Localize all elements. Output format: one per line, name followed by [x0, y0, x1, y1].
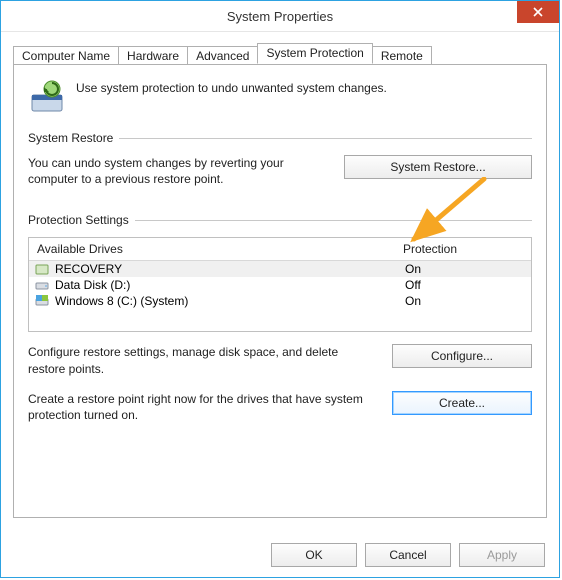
- drive-icon: [35, 294, 49, 308]
- intro-row: Use system protection to undo unwanted s…: [28, 77, 532, 115]
- drive-icon: [35, 262, 49, 276]
- apply-button[interactable]: Apply: [459, 543, 545, 567]
- window-title: System Properties: [227, 9, 333, 24]
- tab-system-protection[interactable]: System Protection: [257, 43, 372, 64]
- drive-name: Windows 8 (C:) (System): [55, 294, 188, 308]
- ok-button[interactable]: OK: [271, 543, 357, 567]
- drive-status: On: [405, 294, 525, 308]
- create-text: Create a restore point right now for the…: [28, 391, 376, 423]
- divider: [119, 138, 532, 139]
- tab-advanced[interactable]: Advanced: [187, 46, 258, 65]
- group-system-restore: System Restore You can undo system chang…: [28, 131, 532, 187]
- system-restore-button[interactable]: System Restore...: [344, 155, 532, 179]
- drive-name: RECOVERY: [55, 262, 122, 276]
- tabstrip: Computer Name Hardware Advanced System P…: [13, 42, 547, 64]
- group-heading-protection: Protection Settings: [28, 213, 129, 227]
- table-header: Available Drives Protection: [29, 238, 531, 261]
- close-button[interactable]: [517, 1, 559, 23]
- drive-status: Off: [405, 278, 525, 292]
- configure-text: Configure restore settings, manage disk …: [28, 344, 376, 376]
- system-protection-icon: [28, 77, 66, 115]
- configure-button[interactable]: Configure...: [392, 344, 532, 368]
- group-heading-restore: System Restore: [28, 131, 113, 145]
- system-properties-window: System Properties Computer Name Hardware…: [0, 0, 560, 578]
- drive-icon: [35, 278, 49, 292]
- create-button[interactable]: Create...: [392, 391, 532, 415]
- col-header-protection: Protection: [395, 238, 531, 260]
- restore-text: You can undo system changes by reverting…: [28, 155, 328, 187]
- client-area: Computer Name Hardware Advanced System P…: [1, 32, 559, 526]
- intro-text: Use system protection to undo unwanted s…: [76, 77, 387, 95]
- dialog-footer: OK Cancel Apply: [271, 543, 545, 567]
- titlebar: System Properties: [1, 1, 559, 32]
- table-row[interactable]: Data Disk (D:) Off: [29, 277, 531, 293]
- drives-table: Available Drives Protection RECOVERY On: [28, 237, 532, 332]
- divider: [135, 220, 532, 221]
- drive-name: Data Disk (D:): [55, 278, 130, 292]
- tab-hardware[interactable]: Hardware: [118, 46, 188, 65]
- close-icon: [533, 7, 543, 17]
- table-row[interactable]: RECOVERY On: [29, 261, 531, 277]
- cancel-button[interactable]: Cancel: [365, 543, 451, 567]
- table-body: RECOVERY On Data Disk (D:): [29, 261, 531, 331]
- tab-computer-name[interactable]: Computer Name: [13, 46, 119, 65]
- tab-panel: Use system protection to undo unwanted s…: [13, 64, 547, 518]
- group-protection-settings: Protection Settings Available Drives Pro…: [28, 213, 532, 423]
- col-header-drives: Available Drives: [29, 238, 395, 260]
- drive-status: On: [405, 262, 525, 276]
- table-row[interactable]: Windows 8 (C:) (System) On: [29, 293, 531, 309]
- tab-remote[interactable]: Remote: [372, 46, 432, 65]
